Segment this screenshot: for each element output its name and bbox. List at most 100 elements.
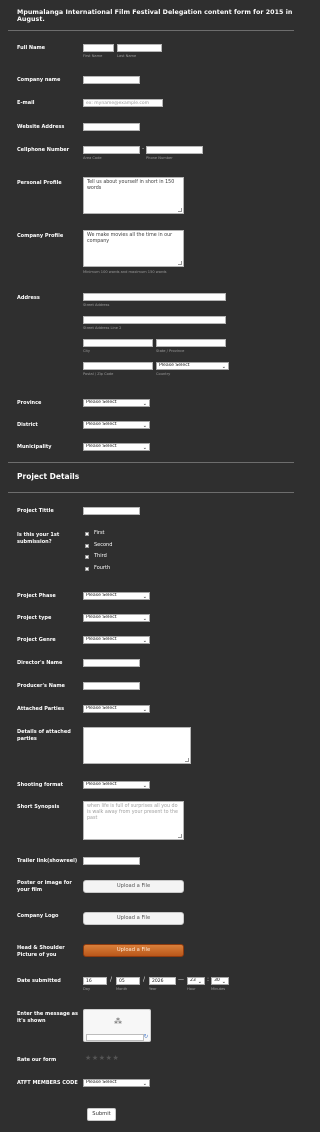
checkbox-label: Fourth [94, 565, 111, 571]
project-title-input[interactable] [83, 507, 140, 515]
resize-handle-icon[interactable] [178, 261, 182, 265]
attached-parties-label: Attached Parties [17, 706, 65, 712]
project-genre-value: Please Select [86, 637, 117, 642]
personal-profile-textarea[interactable]: Tell us about yourself in short in 150 w… [83, 177, 184, 214]
street-address-sublabel: Street Address [83, 303, 110, 307]
attached-parties-value: Please Select [86, 706, 117, 711]
chevron-down-icon: ⌄ [142, 444, 147, 451]
email-input[interactable]: ex: myname@example.com [83, 99, 163, 107]
director-input[interactable] [83, 659, 140, 667]
producer-input[interactable] [83, 682, 140, 690]
state-sublabel: State / Province [156, 349, 185, 353]
shooting-format-select[interactable]: Please Select ⌄ [83, 781, 150, 789]
checkbox-icon[interactable] [85, 566, 89, 571]
title-divider [8, 30, 294, 31]
project-genre-select[interactable]: Please Select ⌄ [83, 636, 150, 644]
city-input[interactable] [83, 339, 153, 347]
project-title-label: Project Tittle [17, 508, 54, 514]
company-profile-sublabel: Minimum 100 words and maximum 150 words [83, 270, 167, 274]
country-select[interactable]: Please Select ⌄ [156, 362, 229, 370]
company-logo-label: Company Logo [17, 913, 59, 919]
headshot-upload-button[interactable]: Upload a File [83, 944, 184, 957]
company-name-input[interactable] [83, 76, 140, 84]
project-phase-label: Project Phase [17, 593, 56, 599]
chevron-down-icon: ⌄ [142, 400, 147, 407]
project-genre-label: Project Genre [17, 637, 56, 643]
atft-code-value: Please Select [86, 1080, 117, 1085]
checkbox-icon[interactable] [85, 531, 89, 536]
company-name-label: Company name [17, 77, 61, 83]
synopsis-textarea[interactable]: when life is full of surprises all you d… [83, 801, 184, 840]
logo-upload-button[interactable]: Upload a File [83, 912, 184, 925]
date-time-dash: — [178, 976, 184, 983]
province-select[interactable]: Please Select ⌄ [83, 399, 150, 407]
district-label: District [17, 422, 38, 428]
synopsis-label: Short Synopsis [17, 804, 60, 810]
poster-upload-button[interactable]: Upload a File [83, 880, 184, 893]
company-profile-text: We make movies all the time in our compa… [87, 233, 173, 244]
municipality-select[interactable]: Please Select ⌄ [83, 443, 150, 451]
district-select[interactable]: Please Select ⌄ [83, 421, 150, 429]
street-address-input[interactable] [83, 293, 226, 301]
district-select-value: Please Select [86, 422, 117, 427]
minute-sublabel: Minutes [211, 987, 226, 991]
area-code-input[interactable] [83, 146, 140, 154]
company-profile-textarea[interactable]: We make movies all the time in our compa… [83, 230, 184, 267]
checkbox-label: Second [94, 542, 113, 548]
checkbox-icon[interactable] [85, 554, 89, 559]
time-colon: : [207, 976, 210, 983]
street-address-2-input[interactable] [83, 316, 226, 324]
star-rating[interactable]: ★★★★★ [85, 1054, 119, 1062]
municipality-select-value: Please Select [86, 444, 117, 449]
year-input[interactable]: 2026 [149, 977, 176, 985]
hour-value: 23 [190, 978, 196, 983]
first-name-input[interactable] [83, 44, 114, 52]
state-input[interactable] [156, 339, 226, 347]
captcha-label: Enter the message as it's shown [17, 1011, 79, 1024]
country-sublabel: Country [156, 372, 171, 376]
year-sublabel: Year [149, 987, 157, 991]
atft-code-label: ATFT MEMBERS CODE [17, 1080, 78, 1086]
address-label: Address [17, 295, 40, 301]
poster-label: Poster or image for your film [17, 880, 72, 893]
street-address-2-sublabel: Street Address Line 2 [83, 326, 122, 330]
postal-code-sublabel: Postal / Zip Code [83, 372, 114, 376]
captcha-box: ⁂ ↻ [83, 1009, 151, 1042]
shooting-format-value: Please Select [86, 782, 117, 787]
area-code-sublabel: Area Code [83, 156, 102, 160]
atft-code-select[interactable]: Please Select ⌄ [83, 1079, 150, 1087]
checkbox-label: Third [94, 553, 107, 559]
resize-handle-icon[interactable] [185, 758, 189, 762]
first-name-sublabel: First Name [83, 54, 103, 58]
checkbox-label: First [94, 530, 105, 536]
checkbox-icon[interactable] [85, 543, 89, 548]
resize-handle-icon[interactable] [178, 834, 182, 838]
refresh-icon[interactable]: ↻ [143, 1034, 149, 1041]
resize-handle-icon[interactable] [178, 208, 182, 212]
rating-label: Rate our form [17, 1057, 57, 1063]
synopsis-placeholder: when life is full of surprises all you d… [87, 804, 178, 821]
month-input[interactable]: 05 [116, 977, 140, 985]
cellphone-label: Cellphone Number [17, 147, 70, 153]
postal-code-input[interactable] [83, 362, 153, 370]
hour-select[interactable]: 23 ⌄ [187, 977, 205, 985]
municipality-label: Municipality [17, 444, 52, 450]
project-type-select[interactable]: Please Select ⌄ [83, 614, 150, 622]
last-name-input[interactable] [117, 44, 162, 52]
attached-parties-select[interactable]: Please Select ⌄ [83, 705, 150, 713]
website-input[interactable] [83, 123, 140, 131]
full-name-label: Full Name [17, 45, 46, 51]
minute-select[interactable]: 30 ⌄ [211, 977, 229, 985]
trailer-input[interactable] [83, 857, 140, 865]
phone-number-input[interactable] [146, 146, 203, 154]
chevron-down-icon: ⌄ [142, 593, 147, 600]
submit-button[interactable]: Submit [87, 1108, 116, 1121]
chevron-down-icon: ⌄ [142, 637, 147, 644]
spinner-icon: ⁂ [114, 1017, 122, 1026]
project-phase-select[interactable]: Please Select ⌄ [83, 592, 150, 600]
chevron-down-icon: ⌄ [197, 978, 202, 985]
captcha-input[interactable] [86, 1034, 144, 1041]
day-input[interactable]: 16 [83, 977, 107, 985]
details-parties-textarea[interactable] [83, 727, 191, 764]
trailer-label: Trailer link(showreel) [17, 858, 78, 864]
